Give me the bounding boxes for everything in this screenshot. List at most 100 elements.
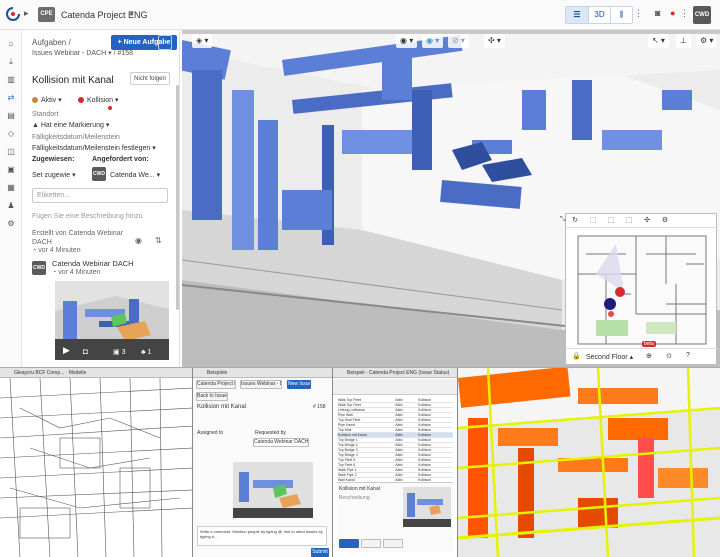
due-label: Fälligkeitsdatum/Meilenstein — [32, 134, 120, 141]
split-view-icon[interactable]: ⫼ — [610, 7, 632, 23]
box-icon[interactable]: ▣ — [5, 164, 17, 176]
breadcrumb-issues[interactable]: Aufgaben / — [32, 38, 71, 47]
window-issue-grid[interactable]: Beispiel - Catenda Project ENG (Issue St… — [333, 368, 458, 557]
zoom-icon[interactable]: ⊙ — [666, 352, 672, 360]
location-label: Standort — [32, 111, 59, 118]
grid-toolbar — [333, 379, 457, 395]
requester-dropdown[interactable]: Catenda We... ▾ — [110, 171, 160, 179]
chevron-down-icon[interactable]: ▾ — [130, 10, 134, 18]
eye-icon[interactable]: ◉ — [135, 236, 142, 245]
issue-title[interactable]: Kollision mit Kanal — [32, 75, 114, 86]
top-bar: ▸ CPE Catenda Project ENG ▾ ☰ 3D ⫼ ⋮ ◙ ●… — [0, 0, 720, 30]
play-icon[interactable]: ▶ — [63, 345, 70, 356]
download-icon[interactable]: ⤓ — [5, 56, 17, 68]
window-title-grid: Beispiel - Catenda Project ENG (Issue St… — [333, 368, 457, 378]
wireframe-image — [0, 378, 192, 557]
mid-comment-input[interactable]: Write a comment. Mention people by typin… — [197, 526, 327, 546]
grid-detail-thumbnail[interactable] — [403, 487, 451, 527]
move-icon[interactable]: ✣ — [638, 214, 656, 228]
mid-project-tab[interactable]: Catenda Project ENG — [196, 380, 236, 389]
select-cursor-icon[interactable]: ↖ ▾ — [648, 34, 669, 48]
lock-icon[interactable]: 🔒 — [572, 352, 581, 360]
grid-detail-sub: Beschreibung — [339, 495, 370, 501]
comment-time: ◔ vor 4 Minuten — [52, 269, 101, 276]
user-avatar[interactable]: CWD — [693, 6, 711, 24]
grid-action-1[interactable] — [339, 539, 359, 548]
type-dropdown[interactable]: Kollision ▾ — [78, 96, 119, 104]
window-issue-detail[interactable]: Beispiele Catenda Project ENG Issues Web… — [193, 368, 333, 557]
view-toggle: ☰ 3D ⫼ — [565, 6, 633, 24]
fit-icon[interactable]: ⬚ — [620, 214, 638, 228]
more-vertical-icon[interactable]: ⋮ — [634, 8, 643, 19]
tag-icon[interactable]: ◇ — [5, 128, 17, 140]
minimap[interactable]: ↻ ⬚ ⬚ ⬚ ✣ ⚙ 🔒 Second Floor ▴ beta ⊕ ⊙ ? — [565, 213, 718, 365]
settings-small-icon[interactable]: ⚙ — [656, 214, 674, 228]
left-nav: ⌂ ⤓ ▥ ⇄ ▤ ◇ ◫ ▣ ▦ ♟ ⚙ — [0, 30, 22, 367]
xray-icon[interactable]: ◉ ▾ — [422, 34, 444, 48]
mid-thumbnail[interactable] — [233, 462, 313, 518]
floor-selector[interactable]: Second Floor ▴ — [586, 353, 633, 361]
comment-avatar: CWD — [32, 261, 46, 275]
window-colored-3d[interactable] — [458, 368, 720, 557]
location-value[interactable]: ▲ Hat eine Markierung ▾ — [32, 121, 109, 129]
due-value[interactable]: Fälligkeitsdatum/Meilenstein festlegen ▾ — [32, 144, 156, 152]
assigned-label: Zugewiesen: — [32, 156, 75, 163]
project-badge[interactable]: CPE — [38, 7, 55, 22]
cube-icon: ▣ — [113, 349, 122, 356]
grid-action-3[interactable] — [383, 539, 403, 548]
measure-icon[interactable]: ⊥ — [676, 34, 691, 48]
more-options-icon[interactable]: ⋮ — [158, 35, 172, 50]
catenda-logo-icon[interactable] — [6, 7, 20, 21]
expand-nav-icon[interactable]: ▸ — [24, 8, 29, 19]
settings-gear-icon[interactable]: ⚙ ▾ — [696, 34, 718, 48]
cube-view-icon[interactable]: ◈ ▾ — [192, 34, 213, 48]
calendar-icon[interactable]: ▦ — [5, 182, 17, 194]
grid-detail-pane: Kollision mit Kanal Beschreibung — [337, 482, 453, 552]
settings-icon[interactable]: ⚙ — [5, 218, 17, 230]
section-tool-icon[interactable]: ✣ ▾ — [484, 34, 505, 48]
camera-icon[interactable]: ◘ — [83, 347, 88, 356]
mid-board-tab[interactable]: Issues Webinar - DAC — [240, 380, 282, 389]
help-icon[interactable]: ? — [686, 352, 690, 359]
mid-submit-button[interactable]: Submit — [311, 548, 329, 557]
list-view-icon[interactable]: ☰ — [566, 7, 588, 23]
project-name[interactable]: Catenda Project ENG — [61, 10, 148, 20]
breadcrumb-board[interactable]: Issues Webinar - DACH ▾ / #158 — [32, 49, 133, 57]
objects-count: ♣ 1 — [141, 349, 152, 356]
grid-action-2[interactable] — [361, 539, 381, 548]
rotate-icon[interactable]: ↻ — [566, 214, 584, 228]
map-pin-icon[interactable]: ⊕ — [646, 352, 652, 360]
labels-input[interactable]: Etiketten... — [32, 188, 168, 203]
status-dropdown[interactable]: Aktiv ▾ — [32, 96, 62, 104]
mid-requester-field[interactable]: Catenda Webinar DACH — [253, 438, 309, 447]
window-title-left: Gleaycru BCF Comp... · Modelle — [0, 368, 192, 378]
eye-visibility-icon[interactable]: ◉ ▾ — [396, 34, 418, 48]
select-icon[interactable]: ⬚ — [584, 214, 602, 228]
home-icon[interactable]: ⌂ — [5, 38, 17, 50]
mid-issue-title: Kollision mit Kanal — [197, 404, 247, 410]
3d-viewer[interactable]: ◈ ▾ ◉ ▾ ◉ ▾ ⊘ ▾ ✣ ▾ ↖ ▾ ⊥ ⚙ ▾ ↻ ⬚ ⬚ ⬚ ✣ ⚙ 🔒 S… — [182, 30, 720, 367]
viewpoint-thumbnail[interactable]: ▶ ◘ ▣ 3 ♣ 1 — [55, 281, 169, 360]
mid-requested-label: Requested by — [255, 430, 286, 436]
unfollow-button[interactable]: Nicht folgen — [130, 72, 170, 85]
models-count: ▣ 3 — [113, 349, 126, 356]
issues-icon[interactable]: ⇄ — [5, 92, 17, 104]
mid-new-issue-button[interactable]: New Issue — [287, 380, 311, 389]
document-icon[interactable]: ▤ — [5, 110, 17, 122]
window-wireframe[interactable]: Gleaycru BCF Comp... · Modelle — [0, 368, 193, 557]
resize-minimap-icon[interactable]: ⤡ — [560, 216, 566, 224]
view-3d-button[interactable]: 3D — [588, 7, 610, 23]
panel-scrollbar[interactable] — [176, 85, 179, 310]
book-icon[interactable]: ▥ — [5, 74, 17, 86]
robot-icon[interactable]: ◙ — [655, 8, 660, 18]
hide-icon[interactable]: ⊘ ▾ — [448, 34, 469, 48]
users-icon[interactable]: ♟ — [5, 200, 17, 212]
frame-icon[interactable]: ⬚ — [602, 214, 620, 228]
description-field[interactable]: Fügen Sie eine Beschreibung hinzu — [32, 213, 143, 220]
layers-icon[interactable]: ◫ — [5, 146, 17, 158]
sort-icon[interactable]: ⇅ — [155, 236, 162, 245]
menu-grid-icon[interactable]: ⋮ — [680, 8, 689, 19]
mid-back-button[interactable]: Back to Issues — [196, 392, 228, 401]
assignee-dropdown[interactable]: Set zugewie ▾ — [32, 171, 76, 179]
notification-dot-icon[interactable]: ● — [670, 8, 675, 18]
